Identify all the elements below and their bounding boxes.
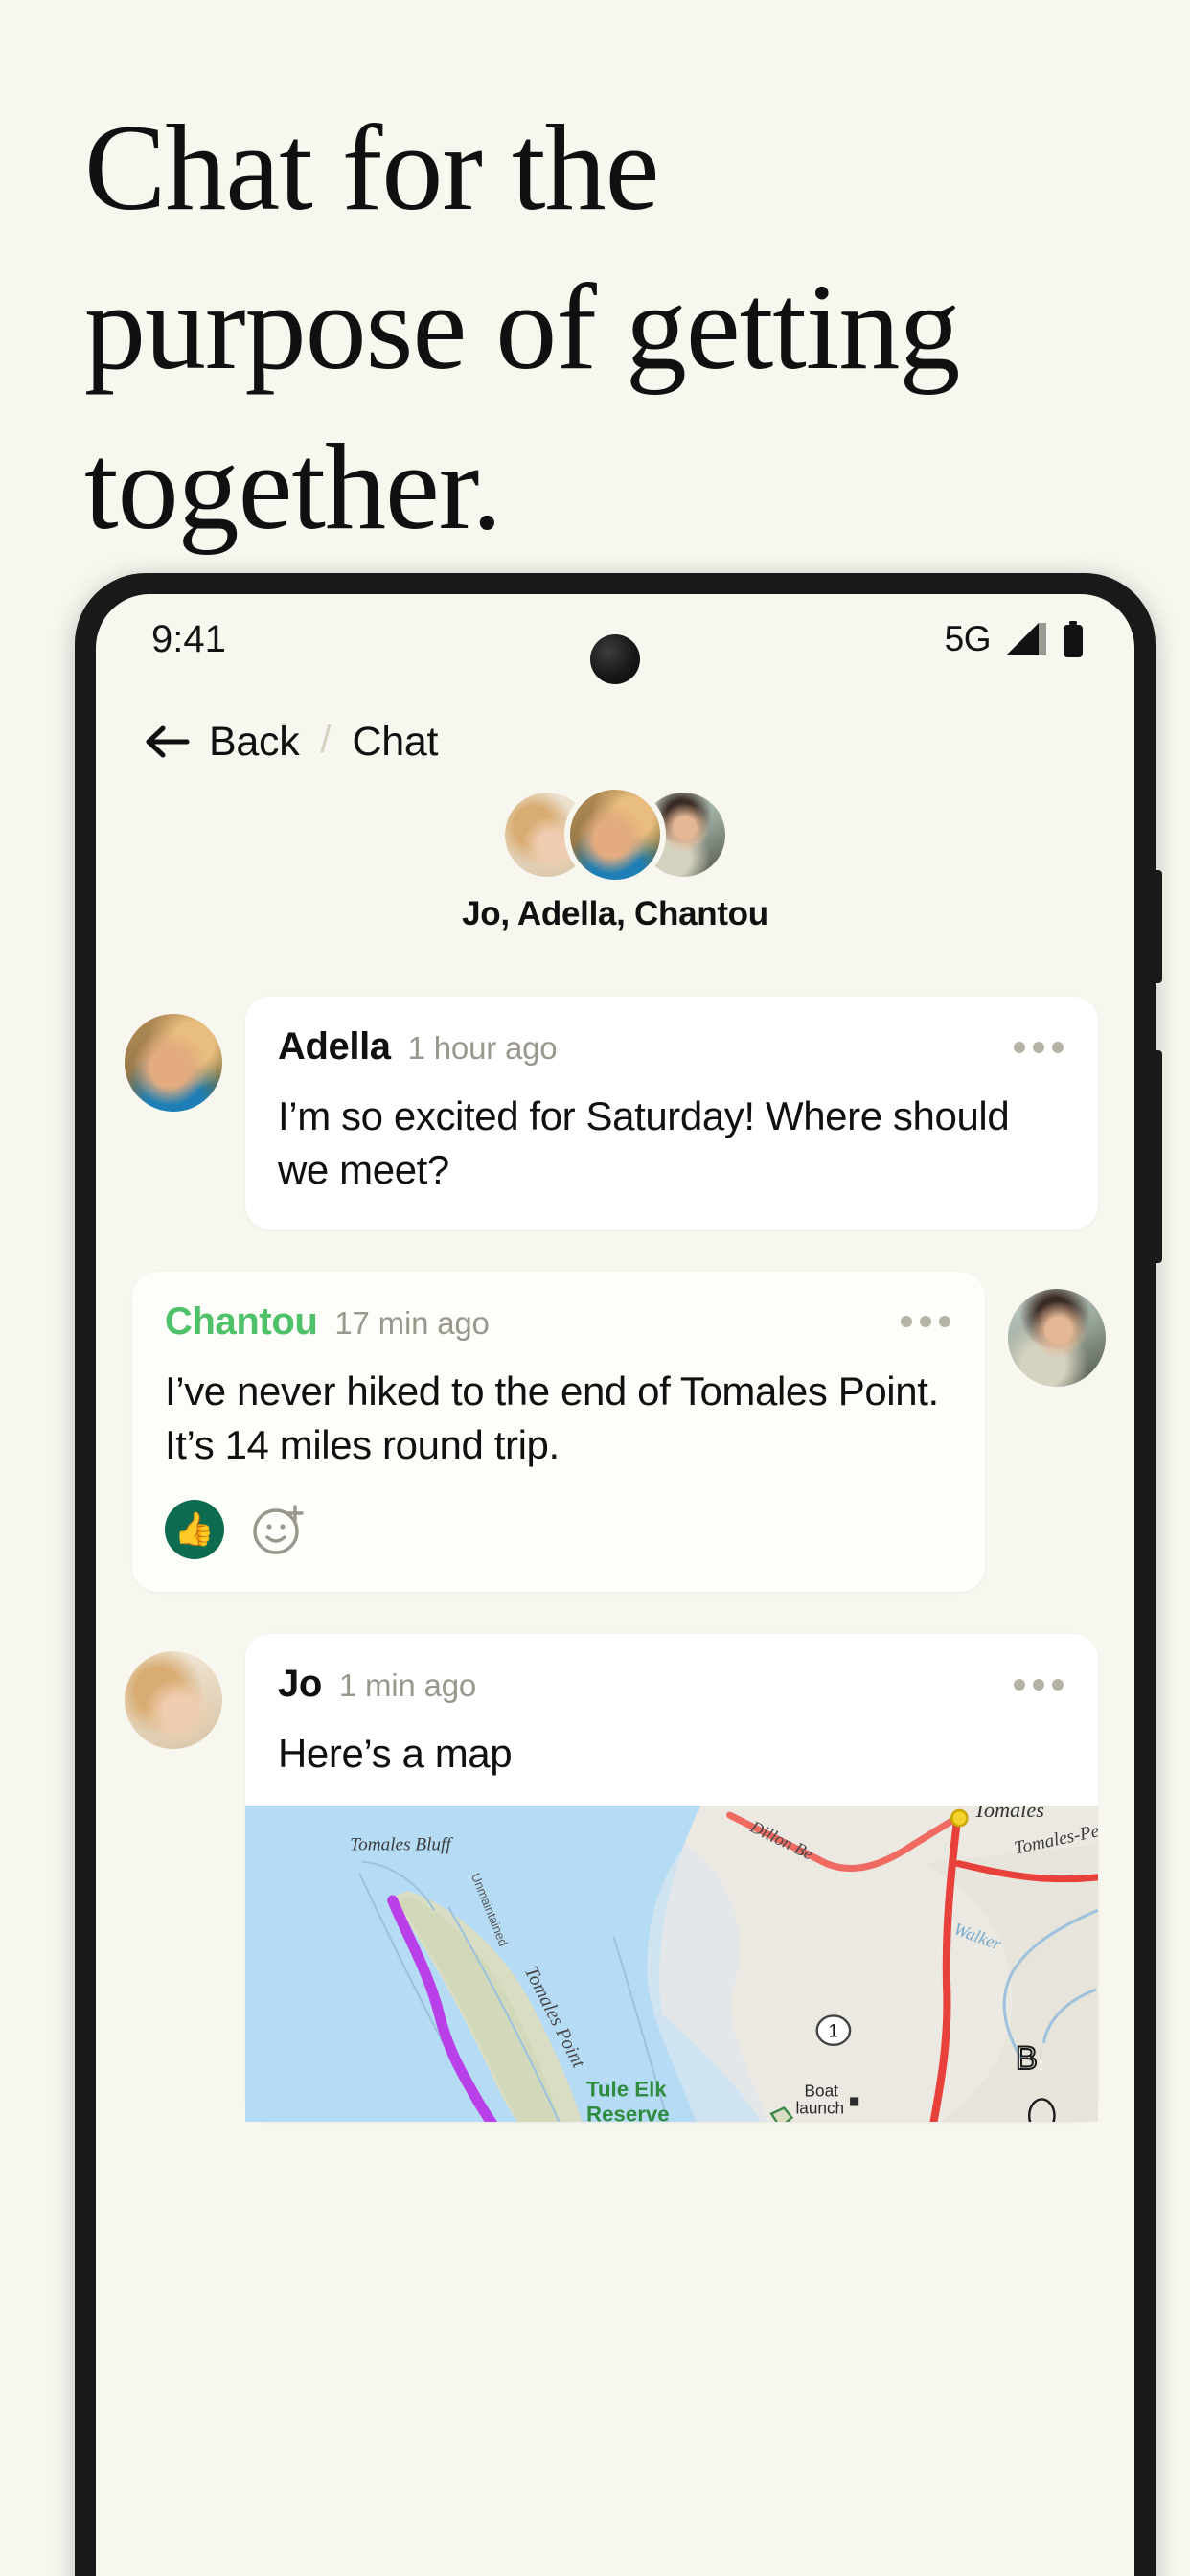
- message-bubble[interactable]: Jo 1 min ago Here’s a map 1 B Tomales Bl…: [245, 1634, 1098, 2123]
- network-type-label: 5G: [944, 619, 992, 658]
- headline-line-3: together.: [84, 418, 502, 555]
- map-label-b: B: [1016, 2040, 1038, 2077]
- breadcrumb-current[interactable]: Chat: [353, 719, 439, 766]
- message-row: Jo 1 min ago Here’s a map 1 B Tomales Bl…: [96, 1634, 1134, 2123]
- phone-mockup: 9:41 5G Back / Chat Jo, Adella, Chantou …: [75, 573, 1162, 2576]
- more-horizontal-icon[interactable]: [1012, 1675, 1065, 1694]
- battery-full-icon: [1064, 621, 1083, 657]
- phone-screen: 9:41 5G Back / Chat Jo, Adella, Chantou …: [96, 594, 1134, 2576]
- message-timestamp: 1 hour ago: [407, 1030, 558, 1066]
- marketing-screen: Chat for the purpose of getting together…: [0, 0, 1190, 2576]
- map-attachment[interactable]: 1 B Tomales Bluff Unmaintained Tomales P…: [245, 1806, 1098, 2123]
- message-text: I’m so excited for Saturday! Where shoul…: [278, 1093, 1010, 1192]
- map-label-hog-island: Hog Island: [792, 2119, 867, 2122]
- add-reaction-icon[interactable]: [249, 1500, 309, 1559]
- map-label-tule-elk-2: Reserve: [586, 2103, 670, 2122]
- map-image: 1 B Tomales Bluff Unmaintained Tomales P…: [245, 1806, 1098, 2123]
- message-row: Chantou 17 min ago I’ve never hiked to t…: [96, 1271, 1134, 1593]
- message-header: Adella 1 hour ago: [278, 1025, 1065, 1069]
- message-text: I’ve never hiked to the end of Tomales P…: [165, 1368, 939, 1467]
- back-label: Back: [209, 718, 300, 765]
- back-button[interactable]: Back: [146, 718, 300, 766]
- message-sender: Chantou: [165, 1300, 318, 1343]
- avatar[interactable]: [125, 1014, 222, 1112]
- map-label-tomales-bluff: Tomales Bluff: [350, 1835, 453, 1855]
- message-header: Jo 1 min ago: [278, 1663, 1065, 1706]
- page-title: Chat for the purpose of getting together…: [84, 88, 1052, 566]
- avatar-stack: [505, 790, 725, 880]
- phone-power-button[interactable]: [1154, 1050, 1162, 1263]
- message-timestamp: 1 min ago: [338, 1668, 477, 1704]
- group-title: Jo, Adella, Chantou: [462, 895, 768, 932]
- headline-line-2: purpose of getting: [84, 259, 960, 396]
- avatar[interactable]: [1008, 1288, 1106, 1387]
- message-thread: Adella 1 hour ago I’m so excited for Sat…: [96, 997, 1134, 2164]
- map-label-boat-1: Boat: [805, 2082, 839, 2101]
- map-label-tomales: Tomales: [974, 1806, 1044, 1822]
- map-label-boat-2: launch: [795, 2099, 844, 2118]
- arrow-left-icon: [146, 725, 190, 758]
- message-row: Adella 1 hour ago I’m so excited for Sat…: [96, 997, 1134, 1230]
- message-sender: Jo: [278, 1663, 322, 1706]
- map-label-highway: 1: [829, 2022, 839, 2042]
- headline-line-1: Chat for the: [84, 100, 659, 236]
- message-sender: Adella: [278, 1025, 391, 1068]
- message-bubble[interactable]: Adella 1 hour ago I’m so excited for Sat…: [245, 997, 1098, 1230]
- breadcrumb: Back / Chat: [96, 696, 1134, 788]
- message-timestamp: 17 min ago: [334, 1304, 490, 1341]
- phone-volume-button[interactable]: [1154, 870, 1162, 983]
- status-time: 9:41: [151, 618, 226, 660]
- message-bubble[interactable]: Chantou 17 min ago I’ve never hiked to t…: [132, 1271, 985, 1593]
- group-header[interactable]: Jo, Adella, Chantou: [96, 790, 1134, 933]
- avatar[interactable]: [125, 1651, 222, 1750]
- more-horizontal-icon[interactable]: [899, 1312, 952, 1331]
- more-horizontal-icon[interactable]: [1012, 1038, 1065, 1057]
- highway-shield: 1: [815, 2014, 852, 2047]
- reaction-bar: 👍: [165, 1500, 952, 1560]
- tomales-town-marker: [950, 1809, 969, 1828]
- message-header: Chantou 17 min ago: [165, 1300, 952, 1344]
- status-bar: 9:41 5G: [96, 594, 1134, 684]
- message-text: Here’s a map: [278, 1731, 513, 1777]
- signal-bars-icon: [1006, 623, 1046, 656]
- breadcrumb-separator: /: [320, 718, 332, 761]
- avatar: [570, 790, 660, 880]
- map-label-tule-elk-1: Tule Elk: [586, 2078, 667, 2102]
- thumbs-up-icon[interactable]: 👍: [165, 1500, 224, 1560]
- status-indicators: 5G: [945, 619, 1085, 659]
- punch-hole-camera-icon: [590, 634, 640, 684]
